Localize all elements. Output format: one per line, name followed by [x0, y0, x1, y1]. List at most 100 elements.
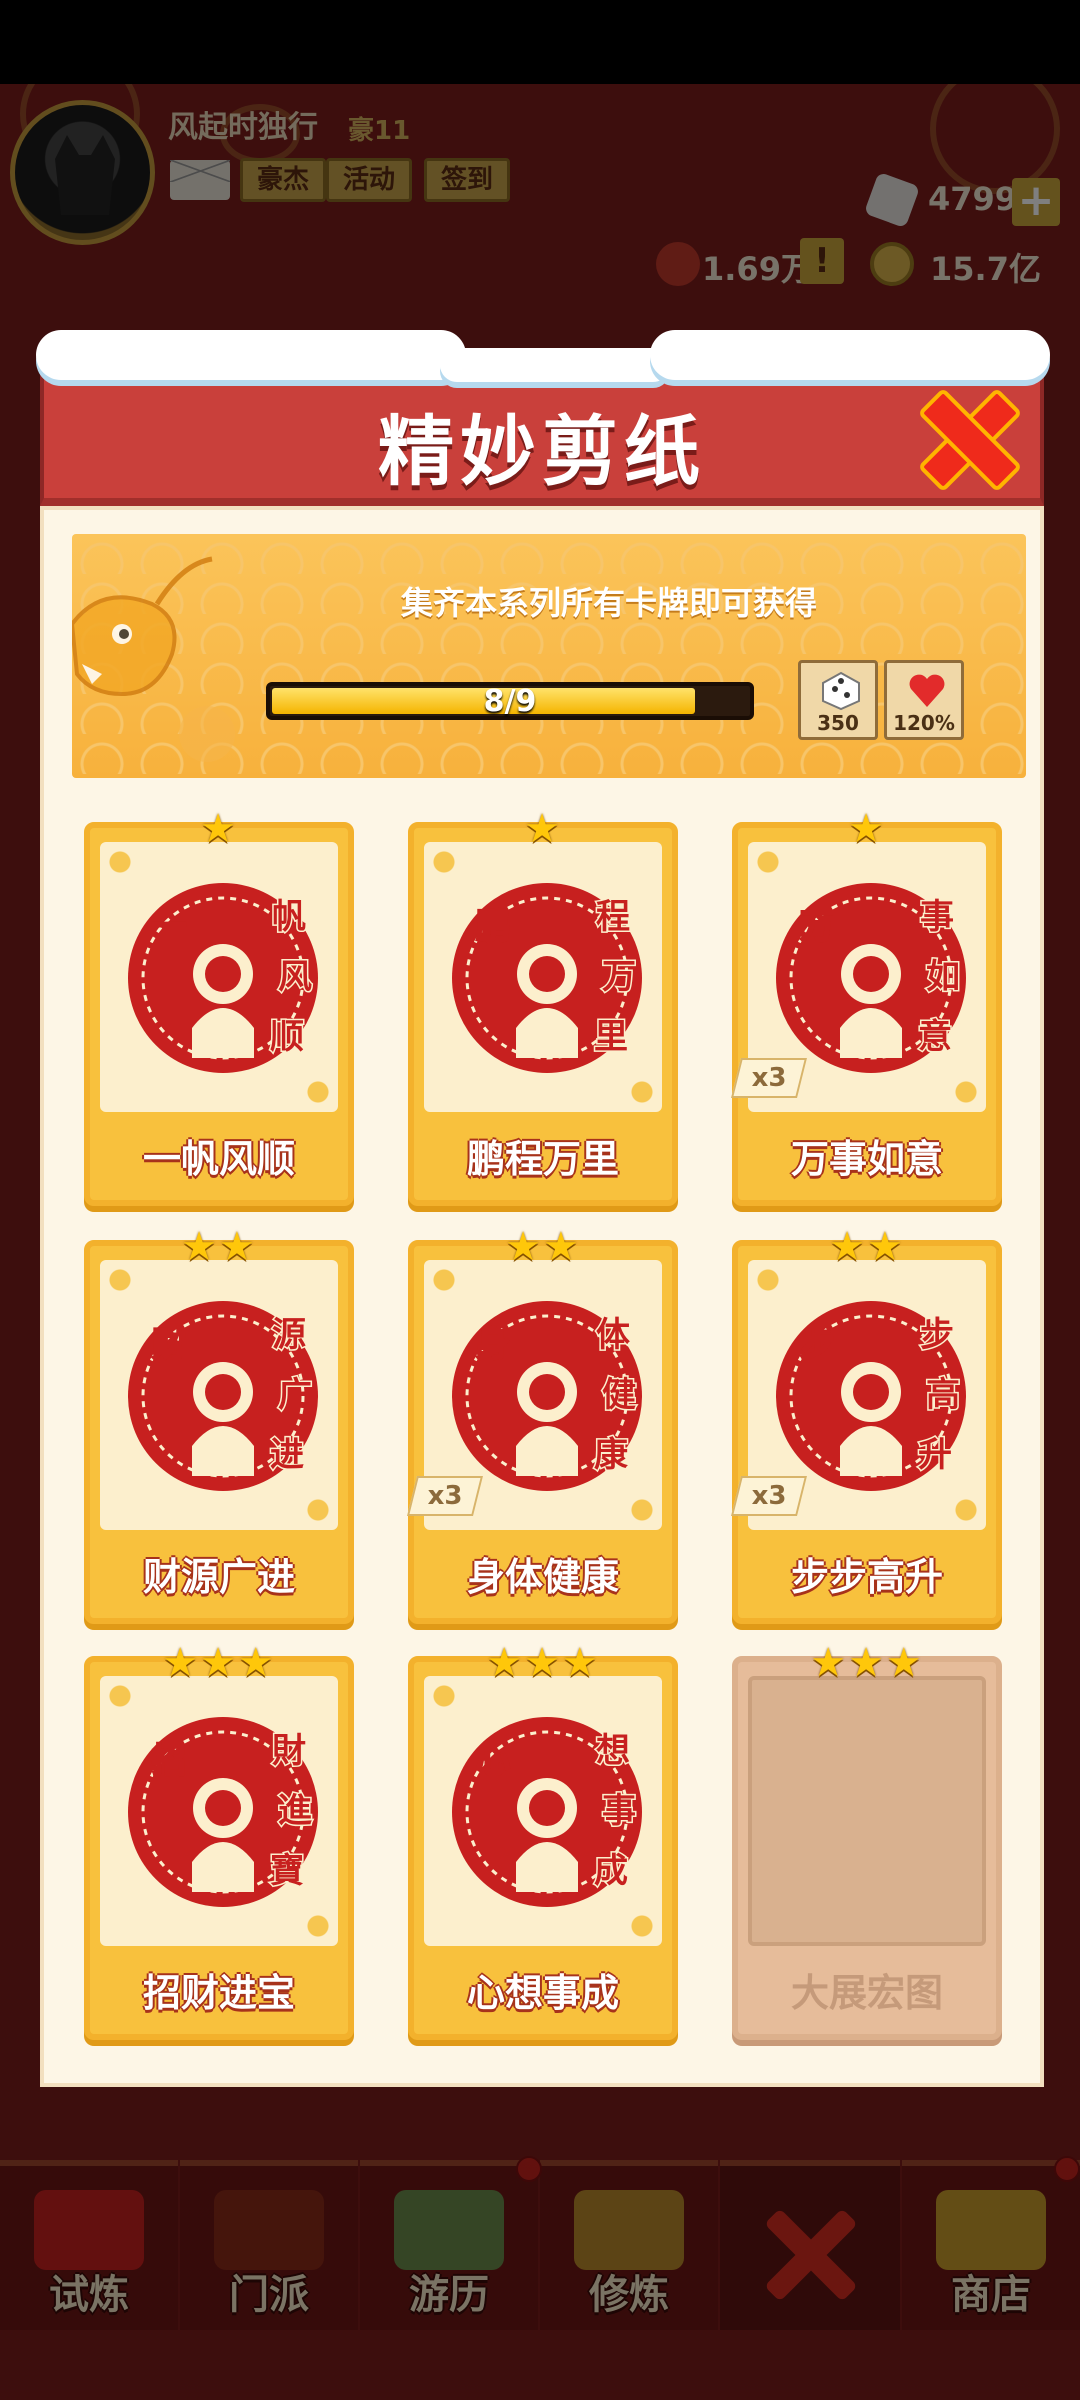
collection-card[interactable]: 身 体 健 康 身体健康 ★★ x3	[407, 1224, 678, 1624]
collection-card[interactable]: 万 事 如 意 万事如意 ★ x3	[731, 806, 1002, 1206]
card-name: 身体健康	[466, 1555, 619, 1599]
svg-text:步: 步	[920, 1315, 954, 1355]
svg-text:財: 財	[272, 1731, 306, 1771]
card-count-badge: x3	[407, 1476, 483, 1516]
card-name: 万事如意	[790, 1137, 943, 1181]
card-frame: 大展宏图	[732, 1656, 1002, 2040]
card-inner: 心 想 事 成	[424, 1676, 662, 1946]
svg-text:成: 成	[594, 1851, 628, 1891]
papercut-art: 鹏 程 万 里	[452, 883, 642, 1073]
close-icon[interactable]	[918, 390, 1010, 482]
collection-card[interactable]: 招 財 進 寶 招财进宝 ★★★	[84, 1640, 354, 2040]
reward-value: 120%	[893, 711, 955, 735]
snow-decoration	[440, 348, 670, 382]
svg-text:顺: 顺	[270, 1017, 304, 1057]
banner-text: 集齐本系列所有卡牌即可获得	[400, 584, 817, 622]
dialog-title: 精妙剪纸	[378, 407, 706, 496]
card-name: 大展宏图	[790, 1971, 943, 2015]
svg-text:進: 進	[278, 1791, 312, 1831]
collection-card[interactable]: 一 帆 风 顺 一帆风顺 ★	[84, 806, 354, 1206]
svg-text:一: 一	[152, 907, 186, 947]
reward-heart[interactable]: 120%	[884, 660, 964, 740]
card-count-badge: x3	[731, 1476, 807, 1516]
card-frame: 招 財 進 寶 招财进宝	[84, 1656, 354, 2040]
star-icon: ★★★	[486, 1640, 600, 1686]
collection-card[interactable]: 步 步 高 升 步步高升 ★★ x3	[731, 1224, 1002, 1624]
reward-value: 350	[817, 711, 859, 735]
card-count: x3	[751, 1063, 787, 1093]
svg-text:身: 身	[476, 1325, 510, 1365]
card-name: 招财进宝	[142, 1971, 295, 2015]
star-icon: ★	[524, 806, 562, 852]
collection-card[interactable]: 鹏 程 万 里 鹏程万里 ★	[408, 806, 678, 1206]
svg-text:程: 程	[596, 897, 630, 937]
svg-text:事: 事	[920, 897, 954, 937]
card-name: 一帆风顺	[142, 1137, 295, 1181]
svg-text:步: 步	[800, 1325, 834, 1365]
svg-text:财: 财	[152, 1325, 186, 1365]
star-icon: ★	[200, 806, 238, 852]
card-name: 步步高升	[790, 1555, 943, 1599]
svg-text:风: 风	[278, 957, 312, 997]
svg-text:帆: 帆	[272, 897, 306, 937]
svg-text:意: 意	[918, 1017, 952, 1057]
star-icon: ★★★	[162, 1640, 276, 1686]
svg-text:里: 里	[594, 1017, 628, 1057]
svg-text:鹏: 鹏	[476, 907, 510, 947]
card-count: x3	[751, 1481, 787, 1511]
svg-text:康: 康	[594, 1435, 628, 1475]
star-icon: ★★	[829, 1224, 905, 1270]
svg-text:广: 广	[278, 1375, 312, 1415]
svg-text:进: 进	[270, 1435, 304, 1475]
svg-text:万: 万	[800, 907, 834, 947]
dice-icon	[822, 671, 860, 711]
progress-text: 8/9	[483, 684, 537, 719]
card-frame: 步 步 高 升 步步高升	[732, 1240, 1002, 1624]
snow-decoration	[650, 330, 1050, 380]
card-frame: 身 体 健 康 身体健康	[408, 1240, 678, 1624]
collection-progress-bar: 8/9	[266, 682, 754, 720]
papercut-art: 招 財 進 寶	[128, 1717, 318, 1907]
svg-text:万: 万	[602, 957, 636, 997]
svg-text:源: 源	[272, 1315, 306, 1355]
card-frame: 心 想 事 成 心想事成	[408, 1656, 678, 2040]
papercut-art: 财 源 广 进	[128, 1301, 318, 1491]
card-name: 鹏程万里	[466, 1137, 619, 1181]
star-icon: ★	[848, 806, 886, 852]
star-icon: ★★★	[810, 1640, 924, 1686]
svg-text:想: 想	[596, 1731, 630, 1771]
card-count: x3	[427, 1481, 463, 1511]
svg-text:如: 如	[926, 957, 960, 997]
card-frame: 万 事 如 意 万事如意	[732, 822, 1002, 1206]
dialog-body: 集齐本系列所有卡牌即可获得 8/9 350 120% 一 帆 风 顺 一帆风顺 …	[40, 506, 1044, 2087]
svg-text:心: 心	[476, 1741, 510, 1781]
collection-dialog: 精妙剪纸 集齐本系列所有卡牌即可获得 8/9 350 120% 一 帆 风 顺 …	[36, 330, 1050, 2087]
card-frame: 财 源 广 进 财源广进	[84, 1240, 354, 1624]
reward-banner: 集齐本系列所有卡牌即可获得 8/9 350 120%	[72, 534, 1026, 778]
card-inner: 财 源 广 进	[100, 1260, 338, 1530]
card-frame: 鹏 程 万 里 鹏程万里	[408, 822, 678, 1206]
card-inner: 鹏 程 万 里	[424, 842, 662, 1112]
svg-text:事: 事	[602, 1791, 636, 1831]
svg-text:招: 招	[152, 1741, 186, 1781]
svg-text:升: 升	[918, 1435, 952, 1475]
snow-decoration	[36, 330, 466, 380]
card-frame: 一 帆 风 顺 一帆风顺	[84, 822, 354, 1206]
papercut-art: 心 想 事 成	[452, 1717, 642, 1907]
card-inner: 招 財 進 寶	[100, 1676, 338, 1946]
collection-card[interactable]: 财 源 广 进 财源广进 ★★	[84, 1224, 354, 1624]
star-icon: ★★	[181, 1224, 257, 1270]
svg-text:高: 高	[926, 1375, 960, 1415]
heart-icon	[909, 674, 945, 707]
papercut-art: 一 帆 风 顺	[128, 883, 318, 1073]
svg-text:体: 体	[596, 1315, 630, 1355]
card-name: 财源广进	[142, 1555, 295, 1599]
card-inner	[748, 1676, 986, 1946]
card-name: 心想事成	[466, 1971, 619, 2015]
reward-dice[interactable]: 350	[798, 660, 878, 740]
svg-text:健: 健	[602, 1375, 636, 1415]
card-count-badge: x3	[731, 1058, 807, 1098]
card-inner: 一 帆 风 顺	[100, 842, 338, 1112]
collection-card[interactable]: 心 想 事 成 心想事成 ★★★	[408, 1640, 678, 2040]
collection-card[interactable]: 大展宏图 ★★★	[732, 1640, 1002, 2040]
